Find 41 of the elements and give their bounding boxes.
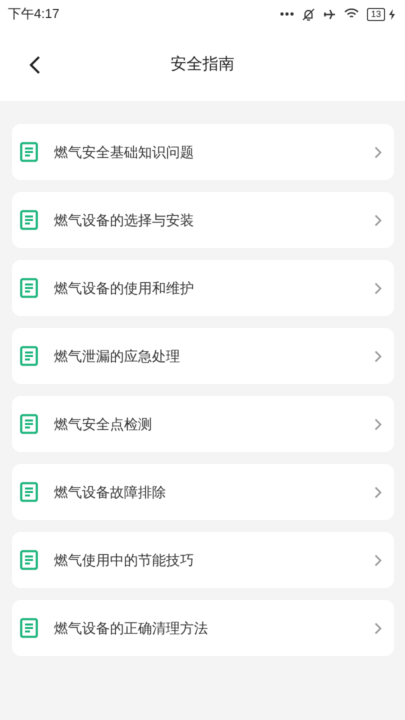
more-icon — [280, 12, 294, 16]
document-icon — [20, 414, 38, 434]
chevron-right-icon — [374, 214, 382, 226]
chevron-right-icon — [374, 146, 382, 158]
document-icon — [20, 142, 38, 162]
page-title: 安全指南 — [170, 54, 236, 74]
wifi-icon — [344, 8, 359, 20]
guide-title: 燃气使用中的节能技巧 — [54, 550, 195, 570]
guide-item[interactable]: 燃气使用中的节能技巧 — [12, 532, 394, 588]
chevron-right-icon — [374, 486, 382, 498]
status-time: 下午4:17 — [8, 5, 60, 24]
guide-title: 燃气设备的选择与安装 — [54, 210, 195, 230]
document-icon — [20, 550, 38, 570]
guide-title: 燃气设备故障排除 — [54, 482, 167, 502]
charging-icon — [389, 8, 395, 20]
guide-title: 燃气设备的正确清理方法 — [54, 618, 209, 638]
chevron-right-icon — [374, 350, 382, 362]
airplane-icon — [322, 8, 336, 20]
guide-item[interactable]: 燃气泄漏的应急处理 — [12, 328, 394, 384]
guide-title: 燃气安全基础知识问题 — [54, 142, 195, 162]
document-icon — [20, 278, 38, 298]
battery-level: 13 — [366, 8, 385, 20]
chevron-right-icon — [374, 282, 382, 294]
guide-item[interactable]: 燃气安全基础知识问题 — [12, 124, 394, 180]
guide-item[interactable]: 燃气设备故障排除 — [12, 464, 394, 520]
guide-item[interactable]: 燃气设备的选择与安装 — [12, 192, 394, 248]
back-icon — [29, 54, 41, 74]
guide-title: 燃气设备的使用和维护 — [54, 278, 195, 298]
document-icon — [20, 618, 38, 638]
document-icon — [20, 482, 38, 502]
guide-item[interactable]: 燃气设备的使用和维护 — [12, 260, 394, 316]
chevron-right-icon — [374, 418, 382, 430]
muted-bell-icon — [302, 8, 315, 20]
chevron-right-icon — [374, 554, 382, 566]
chevron-right-icon — [374, 622, 382, 634]
guide-item[interactable]: 燃气设备的正确清理方法 — [12, 600, 394, 656]
guide-title: 燃气安全点检测 — [54, 414, 153, 434]
document-icon — [20, 346, 38, 366]
guide-title: 燃气泄漏的应急处理 — [54, 346, 181, 366]
guide-item[interactable]: 燃气安全点检测 — [12, 396, 394, 452]
document-icon — [20, 210, 38, 230]
